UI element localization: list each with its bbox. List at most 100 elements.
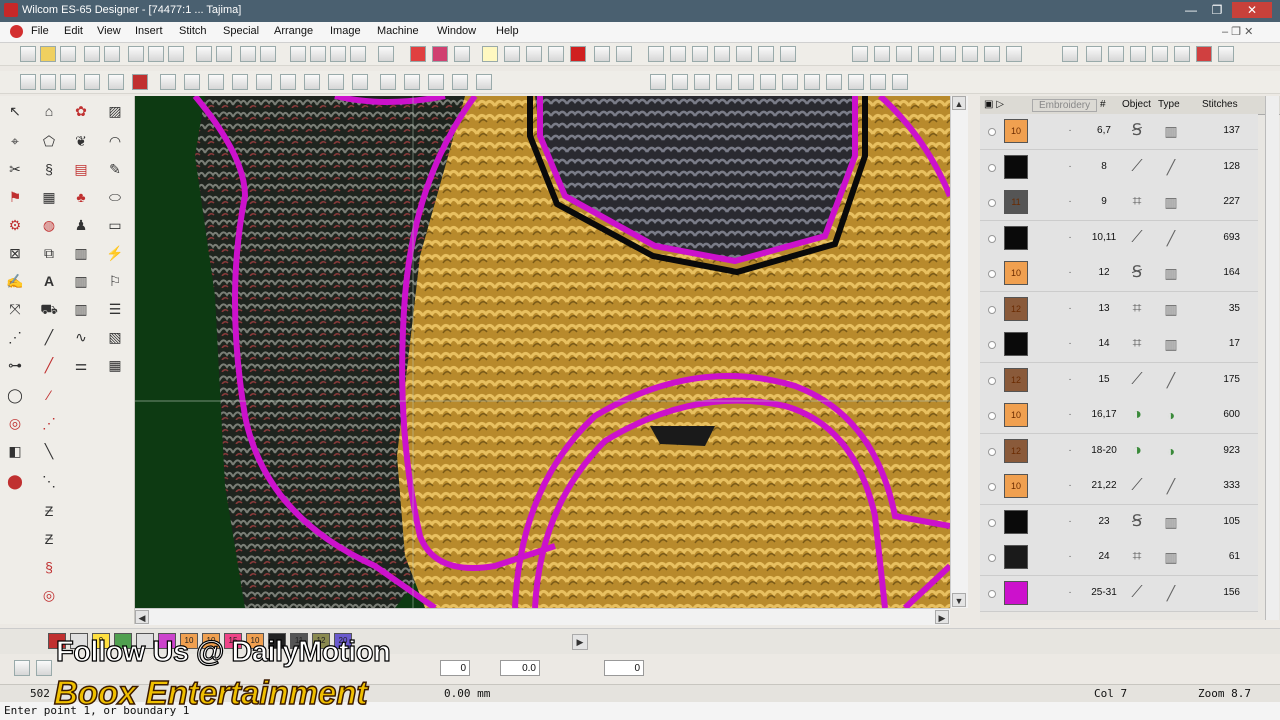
triple-run-icon[interactable]: ⚌ bbox=[70, 354, 92, 376]
view-4-icon[interactable] bbox=[84, 74, 100, 90]
visibility-toggle[interactable] bbox=[988, 483, 996, 491]
thread-swatch[interactable]: 10 bbox=[1004, 261, 1028, 285]
object-row[interactable]: · 24 ⌗ ▥ 61 bbox=[980, 540, 1258, 576]
chain-stitch-icon[interactable]: § bbox=[38, 556, 60, 578]
knife-icon[interactable]: ✂ bbox=[4, 158, 26, 180]
scissors-icon[interactable] bbox=[1152, 46, 1168, 62]
sequence-1-icon[interactable] bbox=[650, 74, 666, 90]
stitch-count-100-icon[interactable]: ▥ bbox=[70, 270, 92, 292]
object-row[interactable]: · 14 ⌗ ▥ 17 bbox=[980, 327, 1258, 363]
record-icon[interactable]: ⬤ bbox=[4, 470, 26, 492]
prop-2-icon[interactable] bbox=[36, 660, 52, 676]
panel-collapse-icon[interactable]: ▣ ▷ bbox=[984, 99, 1004, 110]
field-3[interactable]: 0 bbox=[604, 660, 644, 676]
trim-icon[interactable] bbox=[1174, 46, 1190, 62]
sequence-2-icon[interactable] bbox=[672, 74, 688, 90]
thread-swatch[interactable] bbox=[1004, 580, 1028, 605]
edit-text-icon[interactable]: ✍ bbox=[4, 270, 26, 292]
hatch-icon[interactable]: ▧ bbox=[104, 326, 126, 348]
refresh-icon[interactable] bbox=[476, 74, 492, 90]
scroll-left-icon[interactable]: ◀ bbox=[135, 610, 149, 624]
design-props-icon[interactable] bbox=[648, 46, 664, 62]
visibility-toggle[interactable] bbox=[988, 447, 996, 456]
lock-tool-icon[interactable]: ▦ bbox=[38, 186, 60, 208]
view-6-icon[interactable] bbox=[132, 74, 148, 90]
satin-line-icon[interactable]: ⋱ bbox=[38, 470, 60, 492]
align-top-icon[interactable] bbox=[918, 46, 934, 62]
close-button[interactable]: ✕ bbox=[1232, 2, 1272, 18]
design-canvas[interactable] bbox=[135, 96, 950, 608]
satin-icon[interactable]: § bbox=[38, 158, 60, 180]
edit-shape-icon[interactable]: ✎ bbox=[104, 158, 126, 180]
view-1-icon[interactable] bbox=[20, 74, 36, 90]
sequence-9-icon[interactable] bbox=[826, 74, 842, 90]
delete-icon[interactable] bbox=[196, 46, 212, 62]
thread-swatch[interactable]: 10 bbox=[1004, 403, 1028, 427]
thread-swatch[interactable]: 12 bbox=[1004, 438, 1028, 463]
manual-icon[interactable]: ⚙ bbox=[4, 214, 26, 236]
highlight-icon[interactable] bbox=[482, 46, 498, 62]
visibility-toggle[interactable] bbox=[988, 412, 996, 420]
maximize-button[interactable]: ❐ bbox=[1204, 2, 1230, 18]
transform-icon[interactable]: ⤧ bbox=[4, 298, 26, 320]
visibility-toggle[interactable] bbox=[988, 163, 996, 172]
stitch-count-10-icon[interactable]: ▥ bbox=[70, 298, 92, 320]
pan-icon[interactable] bbox=[780, 46, 796, 62]
align-bottom-icon[interactable] bbox=[962, 46, 978, 62]
visibility-toggle[interactable] bbox=[988, 341, 996, 349]
sequence-3-icon[interactable] bbox=[694, 74, 710, 90]
tatami-icon[interactable]: Ƶ bbox=[38, 500, 60, 522]
thread-swatch[interactable] bbox=[1004, 509, 1028, 534]
mdi-minimize-button[interactable]: – ❐ ✕ bbox=[1222, 25, 1253, 38]
needle-icon[interactable] bbox=[1218, 46, 1234, 62]
tru-view-icon[interactable] bbox=[380, 74, 396, 90]
grid-tool-icon[interactable]: ▦ bbox=[104, 354, 126, 376]
ellipse-icon[interactable]: ⬭ bbox=[104, 186, 126, 208]
menu-file[interactable]: File bbox=[31, 25, 49, 37]
field-1[interactable]: 0 bbox=[440, 660, 470, 676]
ungroup-icon[interactable] bbox=[310, 46, 326, 62]
run-icon[interactable]: ╱ bbox=[38, 354, 60, 376]
align-right-icon[interactable] bbox=[896, 46, 912, 62]
menu-insert[interactable]: Insert bbox=[135, 25, 163, 37]
redo-icon[interactable] bbox=[260, 46, 276, 62]
thread-swatch[interactable]: 10 bbox=[1004, 474, 1028, 498]
pointer-icon[interactable] bbox=[1130, 46, 1146, 62]
object-row[interactable]: · 10,11 ⟋ ╱ 693 bbox=[980, 220, 1258, 257]
tree-icon[interactable] bbox=[594, 46, 610, 62]
flash-icon[interactable]: ⚡ bbox=[104, 242, 126, 264]
digitize-shape-icon[interactable]: ⬠ bbox=[38, 130, 60, 152]
sequence-11-icon[interactable] bbox=[870, 74, 886, 90]
view-2-icon[interactable] bbox=[40, 74, 56, 90]
pin-icon[interactable] bbox=[1086, 46, 1102, 62]
monogram-icon[interactable]: ♣ bbox=[70, 186, 92, 208]
show-outlines-icon[interactable] bbox=[184, 74, 200, 90]
print-icon[interactable] bbox=[84, 46, 100, 62]
grid-icon[interactable] bbox=[714, 46, 730, 62]
chain-icon[interactable]: ⊶ bbox=[4, 354, 26, 376]
visibility-toggle[interactable] bbox=[988, 554, 996, 562]
canvas-vertical-scrollbar[interactable]: ▲ ▼ bbox=[950, 96, 968, 608]
thread-swatch[interactable]: 11 bbox=[1004, 190, 1028, 214]
sequence-7-icon[interactable] bbox=[782, 74, 798, 90]
menu-stitch[interactable]: Stitch bbox=[179, 25, 207, 37]
object-row[interactable]: 10 · 6,7 Ꞩ ▥ 137 bbox=[980, 114, 1258, 150]
show-functions-icon[interactable] bbox=[280, 74, 296, 90]
hoop-icon[interactable] bbox=[670, 46, 686, 62]
cut-icon[interactable] bbox=[128, 46, 144, 62]
menu-edit[interactable]: Edit bbox=[64, 25, 83, 37]
menu-window[interactable]: Window bbox=[437, 25, 476, 37]
distribute-icon[interactable] bbox=[984, 46, 1000, 62]
align-center-icon[interactable] bbox=[874, 46, 890, 62]
panel-scrollbar[interactable] bbox=[1265, 96, 1279, 620]
stitch-count-1000-icon[interactable]: ▥ bbox=[70, 242, 92, 264]
circle-tool-icon[interactable]: ◎ bbox=[4, 412, 26, 434]
save-icon[interactable] bbox=[60, 46, 76, 62]
visibility-toggle[interactable] bbox=[988, 270, 996, 278]
show-trims-icon[interactable] bbox=[352, 74, 368, 90]
stitch-edit-icon[interactable] bbox=[548, 46, 564, 62]
zoom-icon[interactable] bbox=[758, 46, 774, 62]
menu-special[interactable]: Special bbox=[223, 25, 259, 37]
panel-tab[interactable]: Embroidery bbox=[1032, 99, 1098, 112]
sequence-10-icon[interactable] bbox=[848, 74, 864, 90]
